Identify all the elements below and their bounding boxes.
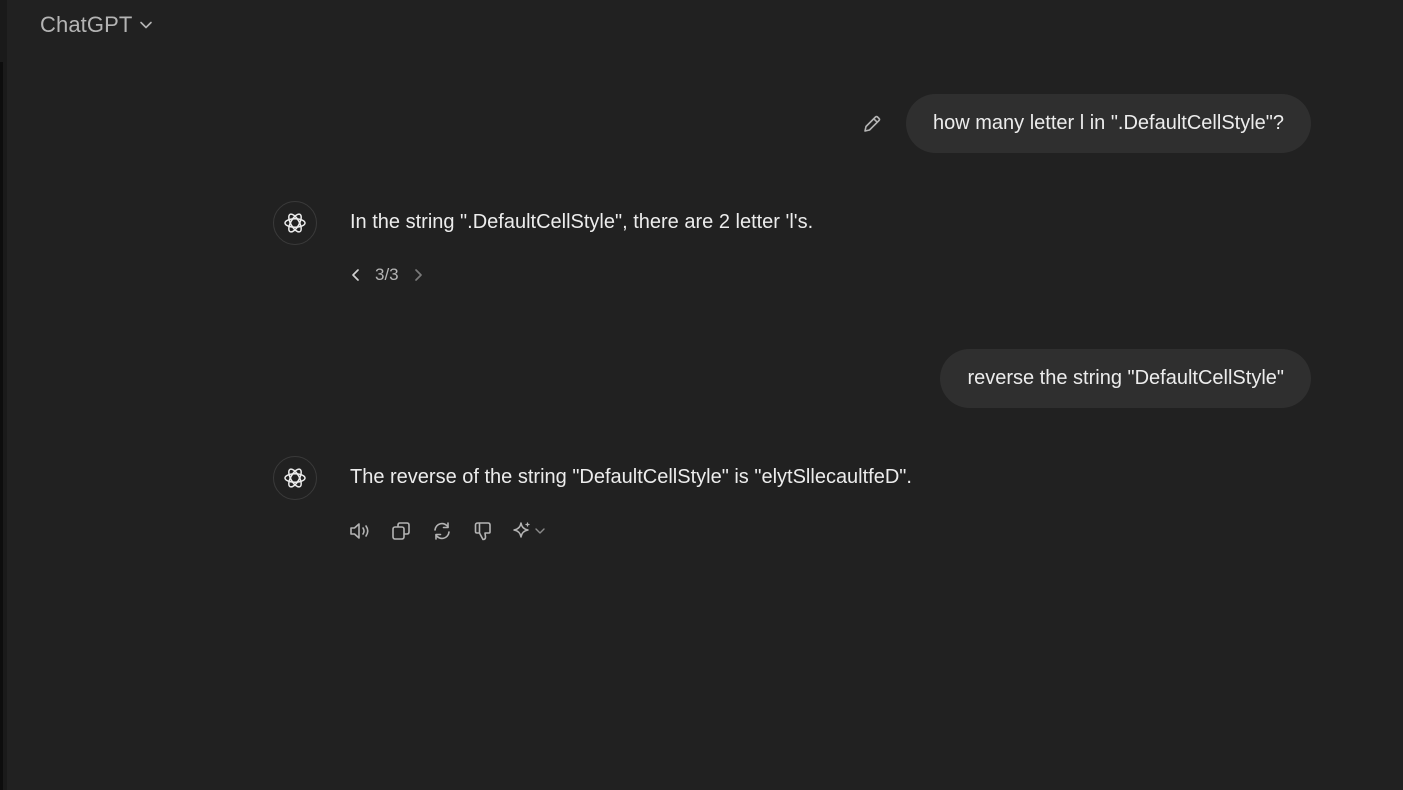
chatgpt-logo-icon	[273, 456, 317, 500]
pencil-icon[interactable]	[856, 108, 888, 140]
copy-icon[interactable]	[384, 516, 417, 546]
user-message: how many letter l in ".DefaultCellStyle"…	[856, 94, 1311, 153]
user-message-bubble: how many letter l in ".DefaultCellStyle"…	[905, 94, 1311, 153]
chevron-right-icon[interactable]	[407, 261, 429, 289]
sparkle-model-switch-icon[interactable]	[507, 516, 555, 546]
user-message: reverse the string "DefaultCellStyle"	[940, 349, 1311, 408]
chevron-left-icon[interactable]	[345, 261, 367, 289]
assistant-message-text: In the string ".DefaultCellStyle", there…	[350, 211, 814, 233]
pagination-label: 3/3	[375, 265, 399, 284]
regenerate-icon[interactable]	[425, 516, 458, 546]
chatgpt-logo-icon	[273, 201, 317, 245]
response-pagination: 3/3	[345, 261, 429, 289]
model-selector[interactable]: ChatGPT	[28, 6, 166, 44]
sidebar-divider	[0, 62, 3, 790]
thumbs-down-icon[interactable]	[466, 516, 499, 546]
speaker-icon[interactable]	[343, 516, 376, 546]
app-title: ChatGPT	[40, 12, 133, 37]
chevron-down-icon	[138, 17, 154, 33]
user-message-bubble: reverse the string "DefaultCellStyle"	[940, 349, 1311, 408]
message-actions	[343, 516, 555, 546]
assistant-message-text: The reverse of the string "DefaultCellSt…	[350, 466, 912, 488]
